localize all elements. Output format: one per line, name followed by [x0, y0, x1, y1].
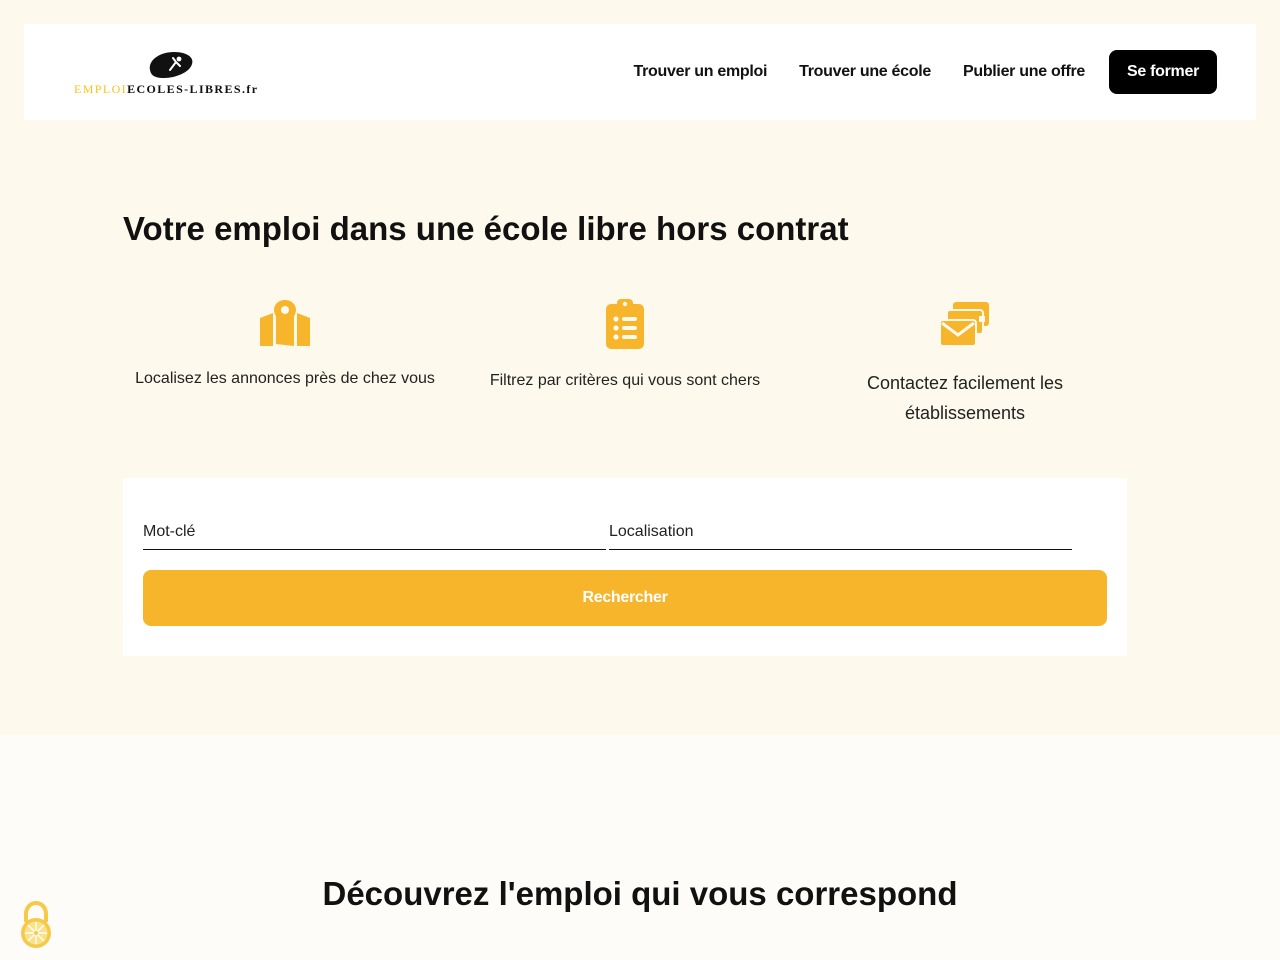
main-nav: Trouver un emploi Trouver une école Publ… [602, 50, 1217, 94]
train-button[interactable]: Se former [1109, 50, 1217, 94]
feature-location: Localisez les annonces près de chez vous [125, 298, 445, 394]
nav-find-school[interactable]: Trouver une école [799, 63, 931, 81]
logo-text-part2: ECOLES-LIBRES.fr [127, 82, 259, 96]
discover-title-bold: qui vous correspond [631, 875, 958, 912]
feature-contact: Contactez facilement les établissements [830, 298, 1100, 428]
logo-text: EMPLOIECOLES-LIBRES.fr [74, 82, 259, 97]
hero-title: Votre emploi dans une école libre hors c… [123, 210, 849, 248]
lock-icon[interactable] [16, 900, 56, 950]
search-button[interactable]: Rechercher [143, 570, 1107, 626]
site-header: EMPLOIECOLES-LIBRES.fr Trouver un emploi… [24, 24, 1256, 120]
hero-title-post: dans une école libre hors contrat [320, 210, 849, 247]
feature-filter: Filtrez par critères qui vous sont chers [470, 298, 780, 396]
feature-filter-text: Filtrez par critères qui vous sont chers [489, 372, 761, 389]
keyword-input[interactable] [143, 514, 606, 550]
map-pin-icon [260, 300, 310, 346]
logo-blob-icon [149, 52, 193, 78]
hero-title-bold: emploi [214, 210, 321, 247]
nav-find-job[interactable]: Trouver un emploi [634, 63, 768, 81]
site-logo[interactable]: EMPLOIECOLES-LIBRES.fr [74, 48, 274, 100]
hero-title-pre: Votre [123, 210, 215, 247]
envelopes-icon [939, 302, 989, 347]
discover-title: Découvrez l'emploi qui vous correspond [0, 875, 1280, 913]
location-input[interactable] [609, 514, 1072, 550]
feature-contact-text: Contactez facilement les établissements [866, 373, 1064, 423]
discover-title-pre: Découvrez l'emploi [322, 875, 632, 912]
discover-section: Découvrez l'emploi qui vous correspond [0, 735, 1280, 960]
feature-location-text: Localisez les annonces près de chez vous [135, 370, 435, 387]
search-card: Rechercher [123, 478, 1127, 656]
nav-post-offer[interactable]: Publier une offre [963, 63, 1085, 81]
logo-text-part1: EMPLOI [74, 82, 128, 96]
clipboard-list-icon [606, 299, 644, 349]
